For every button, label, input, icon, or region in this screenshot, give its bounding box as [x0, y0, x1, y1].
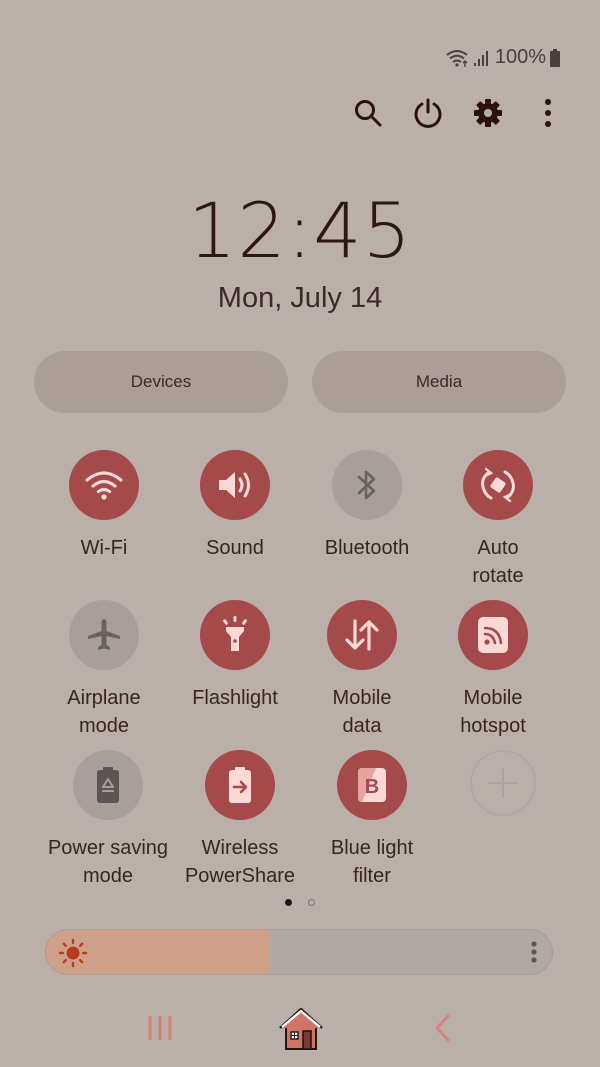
devices-button[interactable]: Devices [34, 351, 288, 413]
settings-button[interactable] [472, 92, 504, 134]
status-bar: 100% [445, 46, 560, 69]
power-saving-toggle[interactable] [73, 750, 143, 820]
tile-label: Airplane mode [67, 687, 141, 737]
search-button[interactable] [352, 92, 384, 134]
gear-icon [474, 99, 502, 127]
tile-label: Sound [206, 537, 264, 559]
brightness-slider[interactable] [45, 929, 553, 975]
tile-label: Mobile data [332, 687, 392, 737]
home-button[interactable] [274, 1000, 328, 1056]
tile-label: Power saving mode [47, 837, 169, 887]
bluetooth-toggle[interactable] [332, 450, 402, 520]
auto-rotate-toggle[interactable] [463, 450, 533, 520]
wifi-toggle[interactable] [69, 450, 139, 520]
back-button[interactable] [425, 1000, 459, 1056]
battery-percent: 100% [494, 46, 546, 68]
mobile-hotspot-toggle[interactable] [458, 600, 528, 670]
auto-rotate-icon [481, 467, 515, 503]
more-vertical-icon [545, 99, 551, 127]
power-icon [414, 98, 442, 128]
top-actions [352, 92, 564, 134]
media-button[interactable]: Media [312, 351, 566, 413]
recents-icon [148, 1015, 172, 1041]
brightness-more-button[interactable] [530, 940, 538, 971]
wifi-icon [85, 471, 123, 500]
tile-airplane-mode[interactable]: Airplane mode [34, 600, 174, 740]
page-dot-active[interactable] [285, 899, 292, 906]
sound-toggle[interactable] [200, 450, 270, 520]
tile-wifi[interactable]: Wi-Fi [34, 450, 174, 562]
tile-mobile-hotspot[interactable]: Mobile hotspot [423, 600, 563, 740]
wireless-powershare-icon [229, 767, 251, 803]
tile-blue-light-filter[interactable]: B Blue light filter [302, 750, 442, 890]
clock-time: 12:45 [187, 186, 413, 275]
page-dot-inactive[interactable] [308, 899, 315, 906]
tile-flashlight[interactable]: Flashlight [165, 600, 305, 712]
wifi-icon [445, 48, 469, 68]
search-icon [355, 100, 382, 127]
tile-bluetooth[interactable]: Bluetooth [297, 450, 437, 562]
power-button[interactable] [412, 92, 444, 134]
more-vertical-icon [531, 941, 537, 963]
tile-label: Auto rotate [472, 537, 524, 587]
devices-media-row: Devices Media [34, 351, 566, 413]
tile-label: Flashlight [192, 687, 278, 709]
recents-button[interactable] [140, 1000, 180, 1056]
blue-light-filter-toggle[interactable]: B [337, 750, 407, 820]
signal-icon [473, 49, 491, 67]
tile-auto-rotate[interactable]: Auto rotate [428, 450, 568, 590]
tile-label: Wi-Fi [80, 537, 128, 559]
clock-date: Mon, July 14 [217, 282, 383, 314]
sun-icon [58, 938, 88, 973]
tile-label: Mobile hotspot [460, 687, 526, 737]
add-tile-button[interactable] [470, 750, 536, 816]
tile-power-saving-mode[interactable]: Power saving mode [38, 750, 178, 890]
flashlight-toggle[interactable] [200, 600, 270, 670]
tile-sound[interactable]: Sound [165, 450, 305, 562]
tile-label: Blue light filter [330, 837, 414, 887]
tile-label: Wireless PowerShare [184, 837, 296, 887]
mobile-data-toggle[interactable] [327, 600, 397, 670]
bluetooth-icon [357, 470, 376, 500]
tile-mobile-data[interactable]: Mobile data [292, 600, 432, 740]
tile-add[interactable] [433, 750, 573, 816]
speaker-icon [219, 472, 250, 498]
tile-label: Bluetooth [324, 537, 410, 559]
mobile-data-icon [345, 619, 379, 651]
plus-icon [488, 768, 518, 798]
airplane-mode-toggle[interactable] [69, 600, 139, 670]
power-saving-icon [97, 767, 119, 803]
battery-icon [550, 48, 560, 67]
blue-light-filter-icon: B [358, 768, 386, 802]
back-icon [435, 1014, 450, 1042]
tile-wireless-powershare[interactable]: Wireless PowerShare [170, 750, 310, 890]
airplane-icon [88, 619, 120, 650]
more-options-button[interactable] [532, 92, 564, 134]
home-icon [279, 1007, 323, 1050]
flashlight-icon [223, 616, 247, 651]
navigation-bar [0, 1000, 600, 1056]
svg-text:B: B [365, 776, 379, 798]
wireless-powershare-toggle[interactable] [205, 750, 275, 820]
hotspot-icon [478, 617, 508, 653]
page-indicator [0, 899, 600, 906]
